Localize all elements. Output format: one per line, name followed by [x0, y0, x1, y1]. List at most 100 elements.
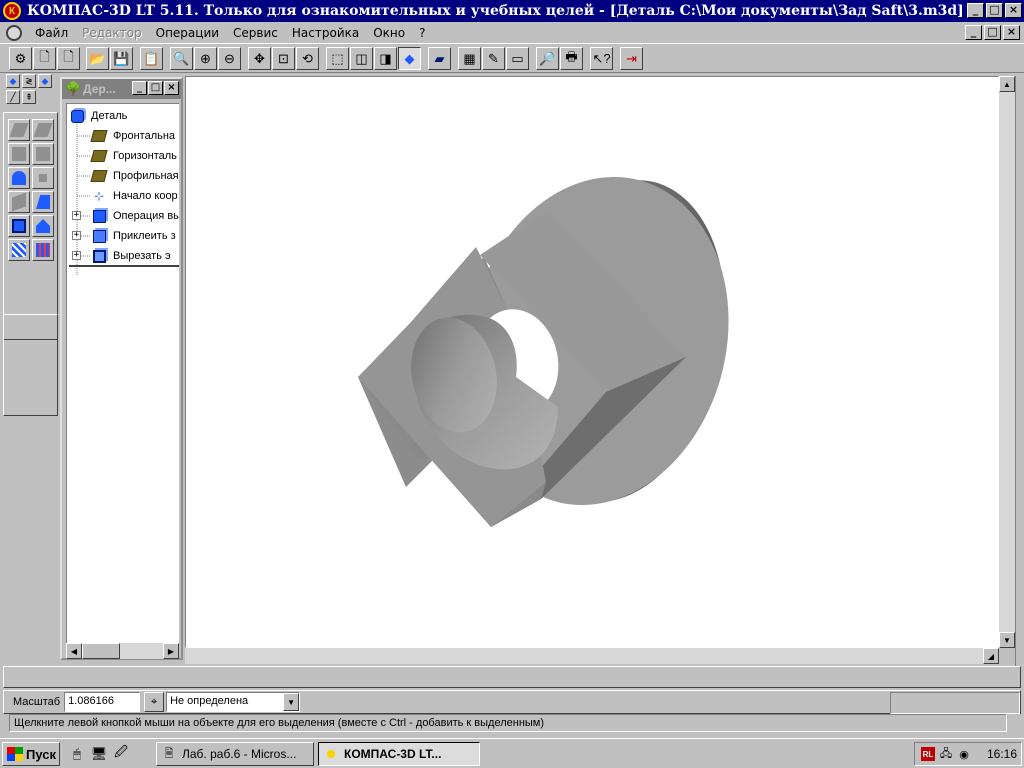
start-button[interactable]: Пуск [2, 742, 60, 766]
chevron-down-icon[interactable]: ▼ [283, 693, 300, 711]
pattern-tool-icon[interactable] [8, 239, 30, 261]
tree-item-horizontal[interactable]: Горизонталь [90, 146, 177, 166]
save-icon[interactable]: 💾 [110, 47, 133, 70]
hidden-lines-icon[interactable]: ◫ [350, 47, 373, 70]
rotate-icon[interactable]: ⟲ [296, 47, 319, 70]
preview-icon[interactable]: 🔎 [536, 47, 559, 70]
scroll-up-icon[interactable]: ▲ [999, 76, 1015, 92]
network-icon[interactable]: 🖧 [939, 747, 953, 761]
print-icon[interactable]: 🖶 [560, 47, 583, 70]
start-label: Пуск [26, 746, 56, 762]
tree-minimize-button[interactable]: _ [132, 81, 147, 95]
menu-operations[interactable]: Операции [149, 26, 226, 40]
scroll-right-icon[interactable]: ▶ [163, 643, 179, 659]
loft-tool-icon[interactable] [32, 143, 54, 165]
close-button[interactable]: × [1005, 3, 1022, 18]
tree-item-join[interactable]: Приклеить з [91, 226, 176, 246]
quicklaunch-channel-icon[interactable]: 🖉 [112, 744, 130, 762]
document-menu-icon[interactable] [6, 24, 22, 41]
menu-window[interactable]: Окно [366, 26, 412, 40]
help-pointer-icon[interactable]: ↖? [590, 47, 613, 70]
sketch-tool-icon[interactable] [32, 167, 54, 189]
kompas-app-icon[interactable]: К [3, 2, 21, 20]
rotate-tool-icon[interactable] [32, 119, 54, 141]
new-model-icon[interactable]: ⚙ [9, 47, 32, 70]
tree-item-label: Операция вы [113, 210, 179, 222]
tree-item-cut[interactable]: Вырезать э [91, 246, 171, 266]
display-icon[interactable]: ▭ [506, 47, 529, 70]
menu-settings[interactable]: Настройка [285, 26, 366, 40]
tree-title-bar[interactable]: 🌳 Дер... _ □ × [62, 79, 181, 99]
tree-item-extrude[interactable]: Операция вы [91, 206, 179, 226]
tree-horizontal-scrollbar[interactable]: ◀ ▶ [66, 643, 179, 659]
resize-grip-icon[interactable]: ◢ [983, 648, 999, 664]
language-indicator[interactable]: RL [921, 747, 935, 761]
quicklaunch-desktop-icon[interactable]: 🖥 [90, 746, 108, 762]
menu-service[interactable]: Сервис [226, 26, 285, 40]
pan-icon[interactable]: ✥ [248, 47, 271, 70]
open-folder-icon[interactable]: 📂 [86, 47, 109, 70]
cut-extrude-icon[interactable] [8, 191, 30, 213]
tab-shape-icon[interactable]: ◆ [38, 74, 52, 88]
scale-input[interactable]: 1.086166 [64, 692, 141, 712]
kinematic-tool-icon[interactable] [8, 143, 30, 165]
viewport-horizontal-scrollbar[interactable]: ◢ [185, 648, 999, 664]
zoom-in-icon[interactable]: ⊕ [194, 47, 217, 70]
fit-all-icon[interactable]: ⊡ [272, 47, 295, 70]
minimize-button[interactable]: _ [967, 3, 984, 18]
snap-select[interactable]: Не определена ▼ [166, 692, 301, 712]
tree-root-detail[interactable]: Деталь [69, 106, 127, 126]
task-kompas[interactable]: ✺ КОМПАС-3D LT... [318, 742, 480, 766]
extrude-tool-icon[interactable] [8, 119, 30, 141]
wireframe-icon[interactable]: ⬚ [326, 47, 349, 70]
tab-3d-icon[interactable]: ◆ [6, 74, 20, 88]
quicklaunch-explorer-icon[interactable]: 🖱 [68, 746, 86, 762]
menu-bar: Файл Редактор Операции Сервис Настройка … [0, 22, 1024, 43]
tree-item-frontal[interactable]: Фронтальна [90, 126, 175, 146]
document-window-controls: _ □ × [965, 25, 1020, 40]
expand-cut-toggle[interactable]: + [72, 251, 81, 260]
new-document-icon[interactable]: 🗋 [33, 47, 56, 70]
menu-editor[interactable]: Редактор [75, 26, 148, 40]
fillet-tool-icon[interactable] [32, 215, 54, 237]
paste-icon[interactable]: 📋 [140, 47, 163, 70]
perspective-icon[interactable]: ▰ [428, 47, 451, 70]
doc-close-button[interactable]: × [1003, 25, 1020, 40]
snap-mode-icon[interactable]: ⌖ [144, 692, 165, 712]
scroll-thumb[interactable] [82, 643, 120, 659]
model-3d-part[interactable] [186, 77, 998, 647]
menu-help[interactable]: ? [412, 26, 432, 40]
cut-solid-icon[interactable] [32, 191, 54, 213]
tree-close-button[interactable]: × [164, 81, 179, 95]
menu-file[interactable]: Файл [28, 26, 75, 40]
expand-extrude-toggle[interactable]: + [72, 211, 81, 220]
model-viewport[interactable] [185, 76, 999, 648]
tab-measure-icon[interactable]: ≷ [22, 74, 36, 88]
doc-minimize-button[interactable]: _ [965, 25, 982, 40]
scroll-down-icon[interactable]: ▼ [999, 632, 1015, 648]
tree-item-profile[interactable]: Профильная [90, 166, 179, 186]
mirror-tool-icon[interactable] [32, 239, 54, 261]
new-sheet-icon[interactable]: 🗋 [57, 47, 80, 70]
tab-line-icon[interactable]: ╱ [6, 90, 20, 104]
clock[interactable]: 16:16 [987, 747, 1017, 761]
exit-icon[interactable]: ⇥ [620, 47, 643, 70]
tree-maximize-button[interactable]: □ [148, 81, 163, 95]
tab-dimension-icon[interactable]: ⇞ [22, 90, 36, 104]
expand-join-toggle[interactable]: + [72, 231, 81, 240]
shell-tool-icon[interactable] [8, 215, 30, 237]
doc-restore-button[interactable]: □ [984, 25, 1001, 40]
zoom-window-icon[interactable]: 🔍 [170, 47, 193, 70]
task-word[interactable]: 🗎 Лаб. раб.6 - Micros... [156, 742, 314, 766]
scroll-left-icon[interactable]: ◀ [66, 643, 82, 659]
maximize-button[interactable]: □ [986, 3, 1003, 18]
edit-icon[interactable]: ✎ [482, 47, 505, 70]
volume-icon[interactable]: ◉ [957, 747, 971, 761]
revolve-tool-icon[interactable] [8, 167, 30, 189]
viewport-vertical-scrollbar[interactable]: ▲ ▼ [999, 76, 1015, 648]
tree-item-origin[interactable]: ⊹ Начало коор [91, 186, 178, 206]
zoom-out-icon[interactable]: ⊖ [218, 47, 241, 70]
thin-lines-icon[interactable]: ◨ [374, 47, 397, 70]
spreadsheet-icon[interactable]: ▦ [458, 47, 481, 70]
shaded-icon[interactable]: ◆ [398, 47, 421, 70]
